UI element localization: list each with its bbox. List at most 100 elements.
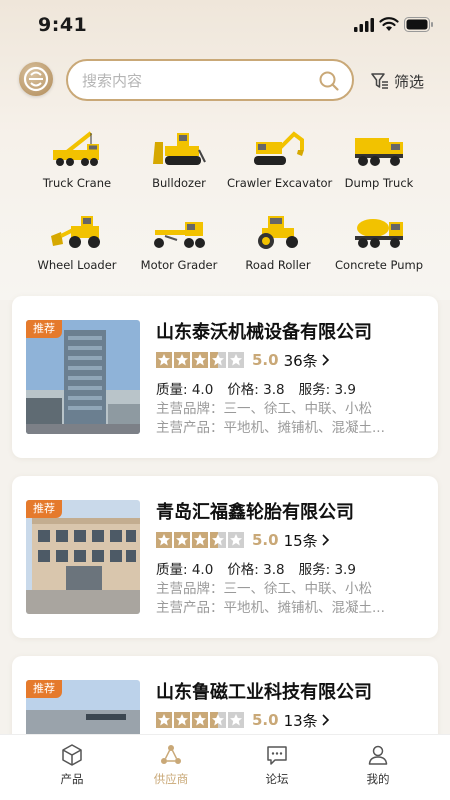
review-count: 15条 — [283, 531, 318, 550]
tab-label: 论坛 — [265, 772, 289, 786]
review-count: 36条 — [283, 351, 318, 370]
truck-crane-icon — [53, 131, 99, 166]
supplier-photo: 推荐 — [26, 320, 140, 434]
star-empty-icon — [228, 352, 244, 368]
category-label: Wheel Loader — [37, 258, 117, 272]
star-empty-icon — [228, 712, 244, 728]
chevron-right-icon — [322, 714, 329, 726]
star-half-icon — [210, 532, 226, 548]
category-concrete-pump[interactable]: Concrete Pump — [328, 212, 430, 284]
cube-icon — [62, 744, 82, 766]
recommended-badge: 推荐 — [26, 680, 62, 698]
wifi-icon — [379, 17, 399, 31]
star-rating — [156, 712, 244, 728]
rating-score: 5.0 — [252, 711, 279, 729]
category-label: Motor Grader — [140, 258, 218, 272]
recommended-badge: 推荐 — [26, 500, 62, 518]
category-truck-crane[interactable]: Truck Crane — [26, 130, 128, 202]
category-wheel-loader[interactable]: Wheel Loader — [26, 212, 128, 284]
wheel-loader-icon — [51, 216, 100, 248]
category-road-roller[interactable]: Road Roller — [227, 212, 329, 284]
star-full-icon — [174, 352, 190, 368]
category-bulldozer[interactable]: Bulldozer — [128, 130, 230, 202]
quality-metric: 质量: 4.0 — [156, 382, 214, 398]
chevron-right-icon — [322, 354, 329, 366]
category-label: Crawler Excavator — [227, 176, 333, 190]
bulldozer-icon — [153, 133, 206, 165]
tab-suppliers[interactable]: 供应商 — [126, 743, 216, 787]
star-half-icon — [210, 712, 226, 728]
supplier-photo: 推荐 — [26, 500, 140, 614]
star-rating — [156, 352, 244, 368]
battery-icon — [404, 17, 433, 32]
tab-profile[interactable]: 我的 — [333, 743, 423, 787]
tab-label: 我的 — [366, 772, 390, 786]
dump-truck-icon — [355, 138, 403, 166]
rating-score: 5.0 — [252, 351, 279, 369]
quality-metric: 质量: 4.0 — [156, 562, 214, 578]
star-full-icon — [192, 532, 208, 548]
star-full-icon — [174, 712, 190, 728]
signal-icon — [354, 18, 374, 32]
star-full-icon — [156, 532, 172, 548]
category-label: Dump Truck — [344, 176, 414, 190]
price-metric: 价格: 3.8 — [227, 562, 285, 578]
bottom-tab-bar: 产品 供应商 论坛 我的 — [0, 734, 450, 800]
main-brands: 主营品牌：三一、徐工、中联、小松 — [156, 581, 372, 597]
search-input[interactable] — [82, 70, 312, 92]
supplier-name: 山东泰沃机械设备有限公司 — [156, 322, 372, 343]
supplier-icon — [161, 745, 181, 764]
supplier-card[interactable]: 推荐 山东泰沃机械设备有限公司 5.0 36条 质量: 4.0 价格: 3.8 服务… — [12, 296, 438, 458]
main-products: 主营产品：平地机、摊铺机、混凝土... — [156, 600, 385, 616]
star-empty-icon — [228, 532, 244, 548]
search-icon[interactable] — [318, 70, 340, 92]
star-full-icon — [156, 712, 172, 728]
concrete-pump-icon — [355, 219, 403, 248]
review-count: 13条 — [283, 711, 318, 730]
service-metric: 服务: 3.9 — [298, 382, 356, 398]
chevron-right-icon — [322, 534, 329, 546]
category-crawler-excavator[interactable]: Crawler Excavator — [227, 130, 333, 202]
rating-score: 5.0 — [252, 531, 279, 549]
metrics-row: 质量: 4.0 价格: 3.8 服务: 3.9 — [156, 378, 370, 398]
tab-forum[interactable]: 论坛 — [232, 743, 322, 787]
category-motor-grader[interactable]: Motor Grader — [128, 212, 230, 284]
star-full-icon — [156, 352, 172, 368]
chat-icon — [267, 746, 287, 765]
category-label: Road Roller — [245, 258, 311, 272]
filter-button[interactable]: 筛选 — [370, 69, 424, 93]
star-full-icon — [192, 712, 208, 728]
supplier-name: 山东鲁磁工业科技有限公司 — [156, 682, 372, 703]
service-metric: 服务: 3.9 — [298, 562, 356, 578]
metrics-row: 质量: 4.0 价格: 3.8 服务: 3.9 — [156, 558, 370, 578]
app-logo-icon[interactable] — [19, 62, 53, 96]
filter-label: 筛选 — [394, 72, 425, 91]
category-dump-truck[interactable]: Dump Truck — [328, 130, 430, 202]
status-bar: 9:41 — [0, 0, 450, 52]
tab-label: 供应商 — [153, 772, 189, 786]
rating-row[interactable]: 5.0 36条 — [156, 350, 330, 370]
rating-row[interactable]: 5.0 13条 — [156, 710, 330, 730]
road-roller-icon — [258, 216, 298, 249]
category-label: Truck Crane — [42, 176, 112, 190]
main-brands: 主营品牌：三一、徐工、中联、小松 — [156, 401, 372, 417]
status-time: 9:41 — [38, 14, 88, 36]
recommended-badge: 推荐 — [26, 320, 62, 338]
main-products: 主营产品：平地机、摊铺机、混凝土... — [156, 420, 385, 436]
motor-grader-icon — [154, 222, 205, 248]
rating-row[interactable]: 5.0 15条 — [156, 530, 330, 550]
search-box[interactable] — [66, 59, 354, 101]
tab-label: 产品 — [60, 772, 84, 786]
filter-icon — [371, 73, 388, 89]
tab-products[interactable]: 产品 — [27, 743, 117, 787]
star-half-icon — [210, 352, 226, 368]
star-full-icon — [192, 352, 208, 368]
star-rating — [156, 532, 244, 548]
supplier-card[interactable]: 推荐 青岛汇福鑫轮胎有限公司 5.0 15条 质量: 4.0 价格: 3.8 服务:… — [12, 476, 438, 638]
crawler-excavator-icon — [254, 131, 304, 165]
category-label: Concrete Pump — [335, 258, 423, 272]
category-label: Bulldozer — [152, 176, 206, 190]
user-icon — [368, 745, 388, 765]
star-full-icon — [174, 532, 190, 548]
price-metric: 价格: 3.8 — [227, 382, 285, 398]
